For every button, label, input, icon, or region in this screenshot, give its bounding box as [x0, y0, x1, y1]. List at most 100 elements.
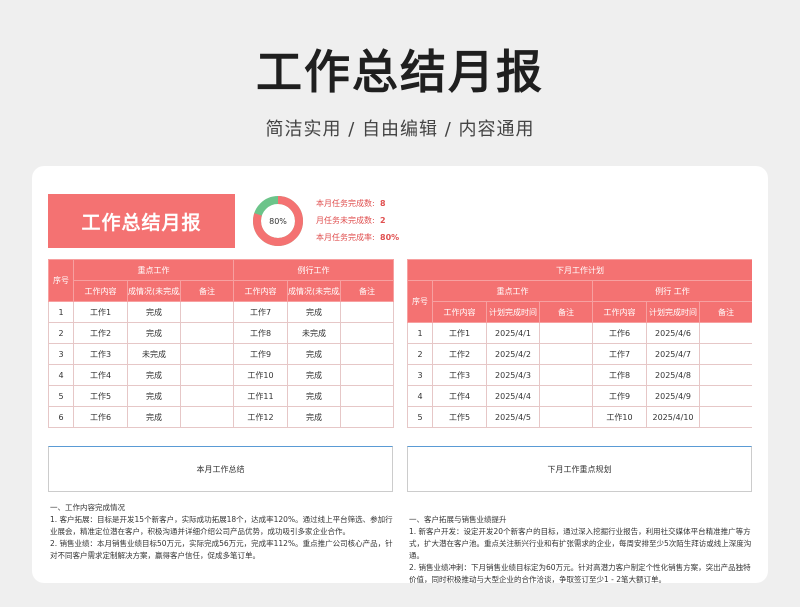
row-index: 2: [407, 343, 433, 365]
table-row: 1 工作1 2025/4/1 工作6 2025/4/6: [407, 322, 752, 344]
col-header: 工作内容: [233, 280, 288, 302]
table-row: 4 工作4 完成 工作10 完成: [48, 364, 394, 386]
col-header: 工作内容: [73, 280, 128, 302]
stat-uncompleted: 月任务未完成数: 2: [316, 212, 399, 229]
next-month-focus-title: 下月工作重点规划: [407, 446, 752, 492]
key-date-cell: 2025/4/4: [486, 385, 540, 407]
routine-status-cell: 未完成: [287, 322, 341, 344]
stat-label: 本月任务完成率:: [316, 233, 375, 242]
routine-date-cell: 2025/4/8: [646, 364, 700, 386]
routine-status-cell: 完成: [287, 406, 341, 428]
summary-paragraph: 2. 销售业绩：本月销售业绩目标50万元，实际完成56万元，完成率112%。重点…: [50, 539, 393, 560]
col-header: 成情况(未完成原): [287, 280, 341, 302]
row-index: 2: [48, 322, 74, 344]
col-header: 工作内容: [592, 301, 647, 323]
routine-date-cell: 2025/4/6: [646, 322, 700, 344]
routine-status-cell: 完成: [287, 343, 341, 365]
row-index: 3: [48, 343, 74, 365]
key-work-header: 重点工作: [73, 259, 234, 281]
key-task-cell: 工作2: [73, 322, 128, 344]
key-status-cell: 完成: [127, 301, 181, 323]
routine-date-cell: 2025/4/9: [646, 385, 700, 407]
row-index: 4: [48, 364, 74, 386]
key-status-cell: 完成: [127, 385, 181, 407]
plan-title-header: 下月工作计划: [407, 259, 752, 281]
table-row: 3 工作3 未完成 工作9 完成: [48, 343, 394, 365]
summary-paragraph: 1. 客户拓展：目标是开发15个新客户，实际成功拓展18个，达成率120%。通过…: [50, 515, 393, 536]
stat-label: 月任务未完成数:: [316, 216, 375, 225]
stat-value: 2: [380, 216, 386, 225]
routine-task-cell: 工作7: [592, 343, 647, 365]
monthly-summary-text: 一、工作内容完成情况 1. 客户拓展：目标是开发15个新客户，实际成功拓展18个…: [50, 502, 395, 562]
routine-note-cell: [340, 301, 394, 323]
routine-note-cell: [699, 364, 752, 386]
next-month-plan-table: 下月工作计划 序号 重点工作 例行 工作 工作内容 计划完成时间 备注 工作内容…: [407, 259, 752, 428]
routine-task-cell: 工作8: [592, 364, 647, 386]
col-header: 成情况(未完成原): [127, 280, 181, 302]
row-index: 5: [48, 385, 74, 407]
focus-paragraph: 2. 销售业绩冲刺：下月销售业绩目标定为60万元。针对高潜力客户制定个性化销售方…: [409, 563, 751, 583]
col-header: 备注: [340, 280, 394, 302]
routine-task-cell: 工作10: [592, 406, 647, 428]
key-note-cell: [180, 364, 234, 386]
col-header: 计划完成时间: [646, 301, 700, 323]
routine-status-cell: 完成: [287, 385, 341, 407]
key-note-cell: [180, 385, 234, 407]
row-index: 1: [48, 301, 74, 323]
key-status-cell: 未完成: [127, 343, 181, 365]
key-status-cell: 完成: [127, 322, 181, 344]
routine-status-cell: 完成: [287, 364, 341, 386]
key-task-cell: 工作5: [432, 406, 487, 428]
routine-note-cell: [340, 406, 394, 428]
key-task-cell: 工作4: [432, 385, 487, 407]
report-banner: 工作总结月报: [48, 194, 235, 248]
routine-task-cell: 工作10: [233, 364, 288, 386]
row-index: 1: [407, 322, 433, 344]
table-row: 6 工作6 完成 工作12 完成: [48, 406, 394, 428]
index-header: 序号: [407, 280, 433, 323]
page-subtitle: 简洁实用 / 自由编辑 / 内容通用: [265, 119, 535, 140]
focus-heading: 一、客户拓展与销售业绩提升: [409, 515, 507, 524]
routine-task-cell: 工作12: [233, 406, 288, 428]
key-task-cell: 工作2: [432, 343, 487, 365]
col-header: 备注: [180, 280, 234, 302]
routine-note-cell: [340, 385, 394, 407]
routine-task-cell: 工作11: [233, 385, 288, 407]
table-row: 3 工作3 2025/4/3 工作8 2025/4/8: [407, 364, 752, 386]
table-row: 2 工作2 2025/4/2 工作7 2025/4/7: [407, 343, 752, 365]
table-row: 2 工作2 完成 工作8 未完成: [48, 322, 394, 344]
key-note-cell: [539, 364, 593, 386]
routine-note-cell: [340, 322, 394, 344]
key-task-cell: 工作1: [73, 301, 128, 323]
next-month-focus-text: 一、客户拓展与销售业绩提升 1. 新客户开发：设定开发20个新客户的目标，通过深…: [409, 514, 752, 583]
table-row: 1 工作1 完成 工作7 完成: [48, 301, 394, 323]
routine-note-cell: [340, 364, 394, 386]
col-header: 备注: [539, 301, 593, 323]
key-date-cell: 2025/4/3: [486, 364, 540, 386]
key-work-header: 重点工作: [432, 280, 593, 302]
stat-rate: 本月任务完成率: 80%: [316, 229, 399, 246]
key-status-cell: 完成: [127, 364, 181, 386]
table-row: 5 工作5 完成 工作11 完成: [48, 385, 394, 407]
routine-date-cell: 2025/4/10: [646, 406, 700, 428]
routine-note-cell: [340, 343, 394, 365]
spreadsheet-preview-card: 工作总结月报 80% 本月任务完成数: 8 月任务未完成数: 2 本月任务完成率: 8…: [32, 166, 768, 583]
key-note-cell: [539, 385, 593, 407]
routine-work-header: 例行工作: [233, 259, 394, 281]
key-task-cell: 工作4: [73, 364, 128, 386]
stat-completed: 本月任务完成数: 8: [316, 195, 399, 212]
monthly-work-table: 序号 重点工作 例行工作 工作内容 成情况(未完成原) 备注 工作内容 成情况(…: [48, 259, 394, 428]
summary-heading: 一、工作内容完成情况: [50, 503, 125, 512]
routine-status-cell: 完成: [287, 301, 341, 323]
routine-task-cell: 工作9: [233, 343, 288, 365]
routine-note-cell: [699, 322, 752, 344]
table-row: 5 工作5 2025/4/5 工作10 2025/4/10: [407, 406, 752, 428]
key-date-cell: 2025/4/5: [486, 406, 540, 428]
key-task-cell: 工作3: [432, 364, 487, 386]
key-status-cell: 完成: [127, 406, 181, 428]
col-header: 计划完成时间: [486, 301, 540, 323]
key-task-cell: 工作5: [73, 385, 128, 407]
key-note-cell: [180, 301, 234, 323]
routine-note-cell: [699, 343, 752, 365]
row-index: 4: [407, 385, 433, 407]
